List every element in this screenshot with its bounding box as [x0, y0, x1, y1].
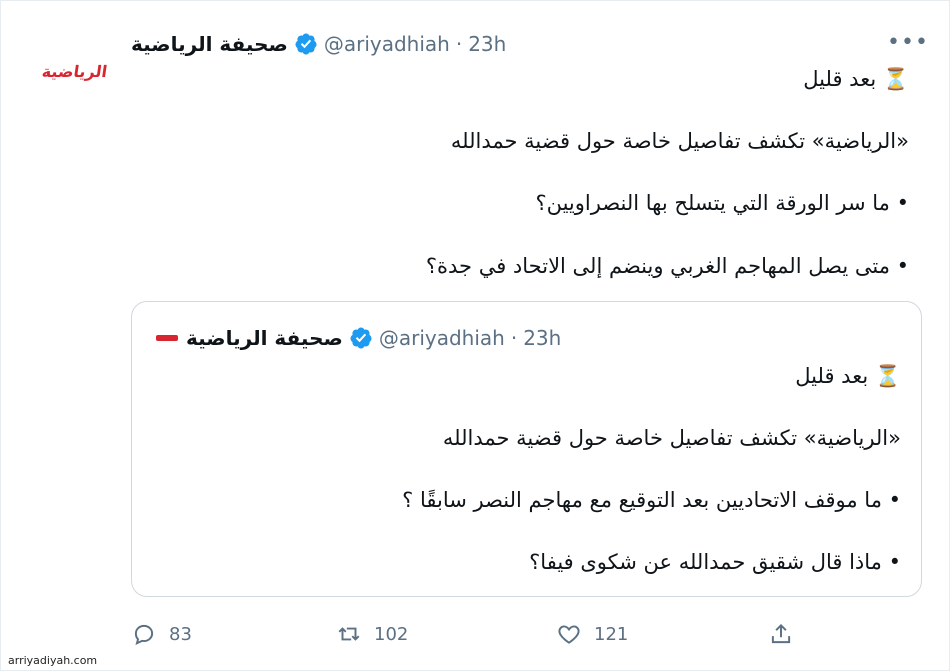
action-bar: 83 102 121 — [131, 618, 791, 650]
author-handle[interactable]: @ariyadhiah — [324, 32, 450, 56]
tweet-line: • متى يصل المهاجم الغربي وينضم إلى الاتح… — [425, 254, 909, 278]
quoted-avatar[interactable] — [154, 331, 180, 345]
like-count: 121 — [594, 623, 629, 645]
quoted-header: صحيفة الرياضية @ariyadhiah · 23h — [154, 324, 561, 352]
quoted-line: • ماذا قال شقيق حمدالله عن شكوى فيفا؟ — [529, 550, 901, 574]
quoted-time: 23h — [523, 326, 562, 350]
tweet-time[interactable]: 23h — [468, 32, 506, 56]
verified-badge-icon — [295, 33, 317, 55]
tweet-line: ⏳ بعد قليل — [803, 67, 909, 91]
retweet-count: 102 — [374, 623, 409, 645]
share-icon — [771, 623, 791, 644]
tweet-card[interactable]: الرياضية صحيفة الرياضية @ariyadhiah · 23… — [0, 0, 950, 671]
tweet-header: صحيفة الرياضية @ariyadhiah · 23h — [131, 29, 506, 59]
quoted-line: «الرياضية» تكشف تفاصيل خاصة حول قضية حمد… — [442, 426, 901, 450]
watermark: arriyadiyah.com — [8, 654, 98, 667]
separator-dot: · — [455, 32, 463, 56]
quoted-tweet[interactable]: صحيفة الرياضية @ariyadhiah · 23h ⏳ بعد ق… — [131, 301, 922, 597]
tweet-line: • ما سر الورقة التي يتسلح بها النصراويين… — [535, 191, 909, 215]
heart-icon — [558, 625, 580, 644]
reply-count: 83 — [169, 623, 192, 645]
quoted-line: • ما موقف الاتحاديين بعد التوقيع مع مهاج… — [402, 488, 901, 512]
reply-icon — [134, 624, 154, 645]
retweet-icon — [338, 627, 360, 641]
separator-dot: · — [510, 326, 518, 350]
author-avatar[interactable]: الرياضية — [35, 41, 115, 101]
like-button[interactable]: 121 — [556, 621, 628, 647]
quoted-line: ⏳ بعد قليل — [795, 364, 901, 388]
tweet-line: «الرياضية» تكشف تفاصيل خاصة حول قضية حمد… — [450, 129, 909, 153]
quoted-author-name: صحيفة الرياضية — [186, 326, 343, 350]
retweet-button[interactable]: 102 — [336, 621, 408, 647]
logo-text: الرياضية — [41, 61, 109, 81]
more-options-icon[interactable]: ••• — [887, 27, 928, 57]
share-button[interactable] — [768, 621, 794, 647]
author-name[interactable]: صحيفة الرياضية — [131, 32, 288, 56]
verified-badge-icon — [350, 327, 372, 349]
quoted-handle: @ariyadhiah — [378, 326, 505, 350]
reply-button[interactable]: 83 — [131, 621, 192, 647]
